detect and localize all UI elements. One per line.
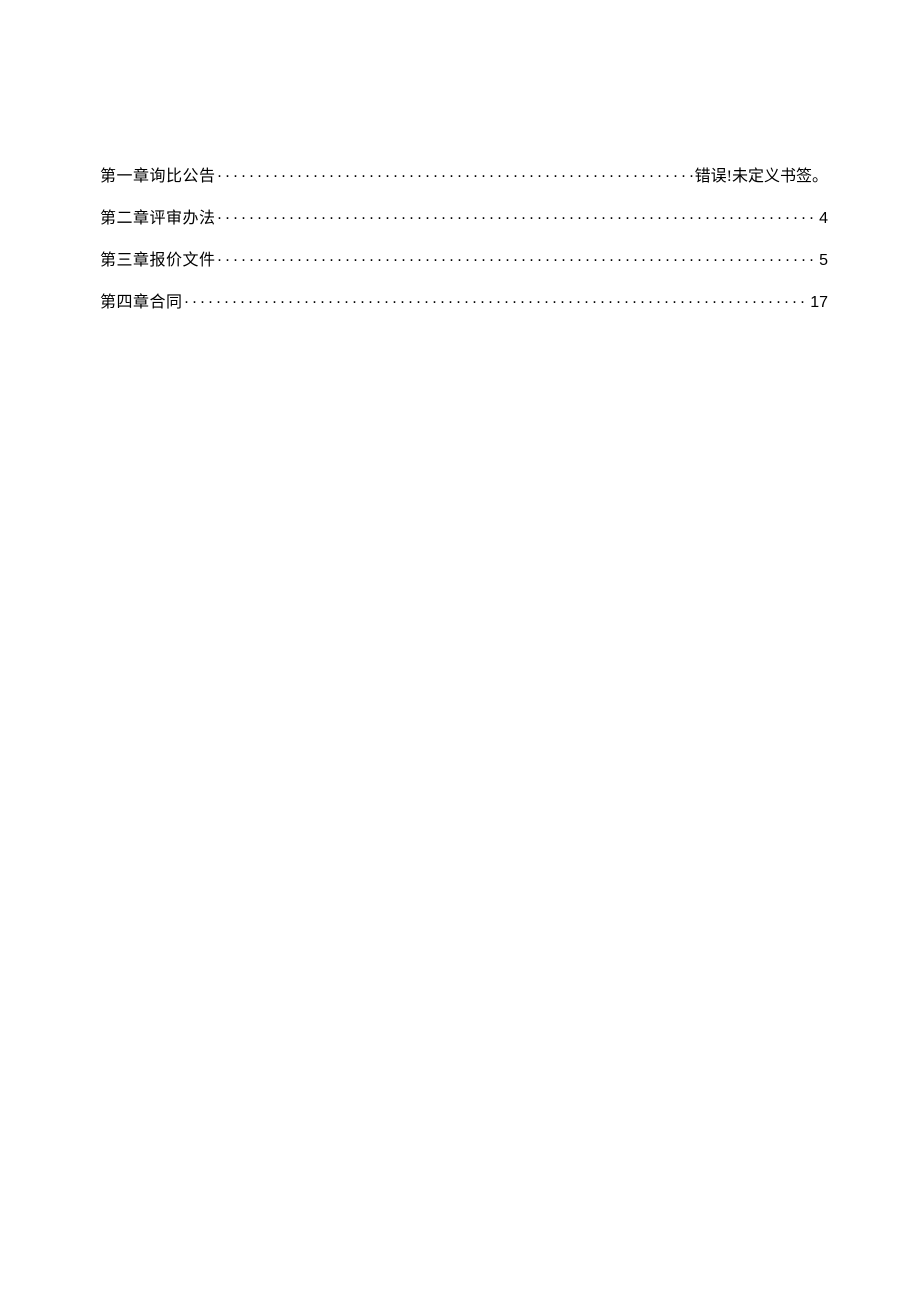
- toc-leader-dots: [218, 165, 693, 181]
- toc-entry: 第二章评审办法 4: [100, 207, 828, 227]
- toc-entry-title: 第三章报价文件: [100, 253, 216, 269]
- toc-entry-title: 第一章询比公告: [100, 169, 216, 185]
- toc-entry-page: 5: [819, 253, 828, 269]
- toc-leader-dots: [218, 249, 818, 265]
- toc-entry: 第四章合同 17: [100, 291, 828, 311]
- toc-leader-dots: [218, 207, 818, 223]
- document-page: 第一章询比公告 错误!未定义书签。 第二章评审办法 4 第三章报价文件 5 第四…: [0, 0, 920, 311]
- toc-entry-title: 第四章合同: [100, 295, 183, 311]
- toc-entry-page: 17: [810, 295, 828, 311]
- toc-leader-dots: [185, 291, 809, 307]
- toc-entry: 第一章询比公告 错误!未定义书签。: [100, 165, 828, 185]
- toc-entry-title: 第二章评审办法: [100, 211, 216, 227]
- toc-entry-page: 4: [819, 211, 828, 227]
- toc-entry: 第三章报价文件 5: [100, 249, 828, 269]
- toc-entry-page: 错误!未定义书签。: [695, 169, 828, 185]
